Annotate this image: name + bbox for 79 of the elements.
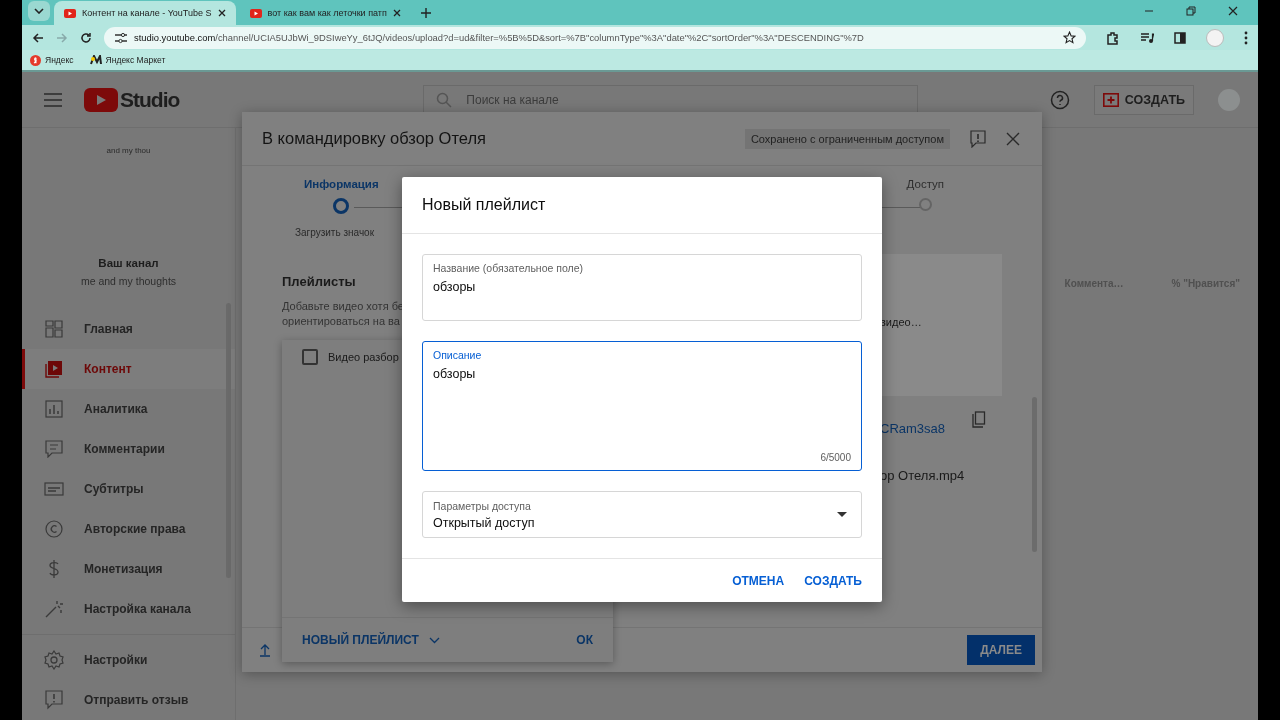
tab-title: вот как вам как леточки патп — [267, 8, 387, 19]
media-icon[interactable] — [1140, 31, 1154, 44]
dialog-button[interactable]: ОТМЕНА — [722, 567, 795, 594]
feedback-icon[interactable] — [970, 129, 986, 148]
sidebar-item[interactable]: Авторские права — [22, 509, 235, 549]
bookmark[interactable]: Яндекс Маркет — [89, 55, 166, 66]
restore-icon[interactable] — [1186, 6, 1196, 17]
channel-banner-text: and my thou — [106, 146, 151, 155]
stepper-step[interactable]: Информация — [304, 178, 379, 214]
market-logo-icon — [89, 55, 102, 66]
create-button[interactable]: СОЗДАТЬ — [1093, 84, 1194, 115]
sidebar-item[interactable]: Монетизация — [22, 549, 235, 589]
sidebar-item[interactable]: Настройка канала — [22, 589, 235, 629]
subtitles-icon — [44, 482, 64, 496]
playlist-name: Видео разбор — [328, 351, 399, 363]
magic-wand-icon — [44, 600, 64, 618]
play-icon — [249, 8, 262, 18]
feedback-icon — [44, 690, 64, 710]
title-field[interactable]: Название (обязательное поле) обзоры — [422, 254, 862, 321]
visibility-dropdown[interactable]: Параметры доступа Открытый доступ — [422, 491, 862, 538]
bookmark[interactable]: Яндекс — [30, 54, 74, 66]
channel-label: Ваш канал — [98, 257, 159, 269]
menu-icon[interactable] — [1244, 30, 1248, 45]
sidebar-item[interactable]: Настройки — [22, 640, 235, 680]
dropdown-arrow-icon — [837, 512, 847, 517]
play-icon — [44, 360, 64, 378]
video-link[interactable]: CRam3sa8 — [880, 421, 946, 436]
site-settings-icon[interactable] — [114, 31, 128, 44]
search-icon — [436, 91, 453, 108]
upload-icon[interactable] — [259, 643, 271, 657]
sidebar-item[interactable]: Отправить отзыв — [22, 680, 235, 720]
copy-icon[interactable] — [972, 411, 986, 428]
grid-icon — [44, 320, 64, 338]
comment-icon — [44, 440, 64, 458]
studio-logo[interactable]: Studio — [84, 87, 180, 112]
settings-icon — [44, 650, 64, 670]
dialog-button[interactable]: СОЗДАТЬ — [794, 567, 872, 594]
browser-tab[interactable]: Контент на канале - YouTube S — [54, 1, 236, 26]
browser-tab[interactable]: вот как вам как леточки патп — [239, 1, 411, 26]
url-text: studio.youtube.com/channel/UCIA5UJbWi_9DSIweYy_6tJQ/videos/upload?d=ud&filter=%5B%5D&sort=%7B"columnType"%3A"date"%2C"sortOrder"%3A"DESCENDING"%7D — [134, 32, 865, 44]
hint-text: ориентироваться на ва — [282, 315, 401, 327]
copyright-icon — [44, 520, 64, 538]
close-icon[interactable] — [1228, 6, 1238, 17]
close-icon[interactable] — [217, 9, 226, 18]
dialog-title: Новый плейлист — [422, 196, 546, 214]
star-icon[interactable] — [1063, 31, 1076, 45]
dialog-title: В командировку обзор Отеля — [262, 129, 486, 148]
extensions-icon[interactable] — [1106, 30, 1120, 45]
video-plus-icon — [1102, 92, 1119, 107]
sidebar-item[interactable]: Контент — [22, 349, 235, 389]
stepper-step[interactable]: Доступ — [906, 178, 944, 214]
side-panel-icon[interactable] — [1174, 31, 1186, 44]
new-playlist-button[interactable]: НОВЫЙ ПЛЕЙЛИСТ — [292, 627, 450, 653]
chevron-down-icon — [428, 636, 440, 644]
sidebar-item[interactable]: Субтитры — [22, 469, 235, 509]
sidebar-item[interactable]: Комментарии — [22, 429, 235, 469]
help-icon[interactable] — [1049, 89, 1070, 110]
next-button[interactable]: ДАЛЕЕ — [967, 635, 1035, 665]
address-bar[interactable]: studio.youtube.com/channel/UCIA5UJbWi_9DSIweYy_6tJQ/videos/upload?d=ud&filter=%5B%5D&sort=%7B"columnType"%3A"date"%2C"sortOrder"%3A"DESCENDING"%7D — [104, 26, 1086, 49]
tab-title: Контент на канале - YouTube S — [82, 8, 212, 19]
reload-icon[interactable] — [80, 31, 92, 44]
section-heading: Плейлисты — [282, 274, 356, 289]
back-icon[interactable] — [32, 31, 44, 44]
sidebar-item[interactable]: Аналитика — [22, 389, 235, 429]
chevron-down-icon — [34, 8, 44, 15]
new-tab-icon[interactable] — [420, 8, 431, 19]
upload-thumbnail-text[interactable]: Загрузить значок — [295, 227, 375, 238]
play-icon — [84, 87, 118, 112]
sidebar-item[interactable]: Главная — [22, 309, 235, 349]
play-icon — [64, 8, 76, 18]
checkbox[interactable] — [302, 349, 318, 365]
tab-list-button[interactable] — [28, 1, 50, 22]
description-field[interactable]: Описание обзоры 6/5000 — [422, 341, 862, 471]
bar-chart-icon — [44, 400, 64, 418]
channel-name: me and my thoughts — [80, 275, 177, 287]
save-status-chip: Сохранено с ограниченным доступом — [744, 128, 950, 149]
circle-logo-icon — [30, 54, 41, 66]
ok-button[interactable]: ОК — [566, 627, 603, 653]
close-icon[interactable] — [392, 9, 401, 18]
